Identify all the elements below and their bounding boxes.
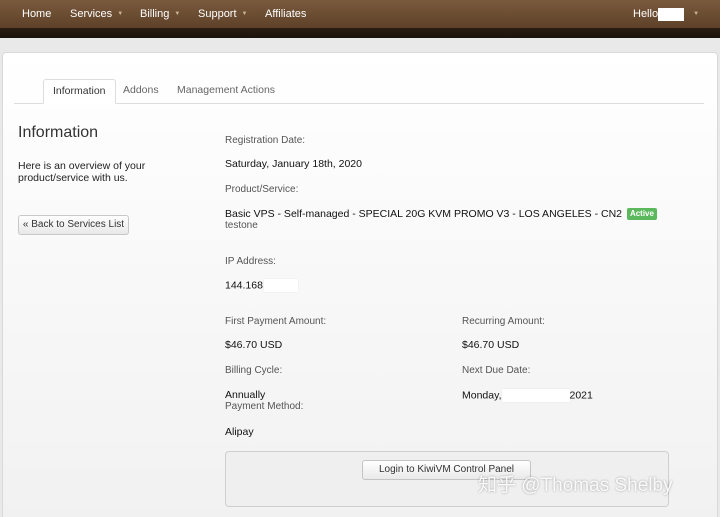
nav-support[interactable]: Support ▼: [198, 0, 247, 28]
payment-method-value: Alipay: [225, 426, 254, 438]
ip-value: 144.168: [225, 279, 298, 292]
hello-label: Hello: [633, 8, 659, 20]
billing-cycle-label: Billing Cycle:: [225, 365, 283, 376]
hostname-value: testone: [225, 220, 258, 231]
ip-label: IP Address:: [225, 256, 276, 267]
next-due-date-label: Next Due Date:: [462, 365, 531, 376]
ip-prefix: 144.168: [225, 279, 263, 292]
next-due-prefix: Monday,: [462, 389, 502, 402]
redacted-date: [501, 389, 570, 402]
recurring-amount-label: Recurring Amount:: [462, 316, 545, 327]
watermark: 知乎 @Thomas Shelby: [478, 475, 673, 496]
next-due-suffix: 2021: [569, 389, 593, 402]
recurring-amount-value: $46.70 USD: [462, 339, 520, 351]
registration-date-value: Saturday, January 18th, 2020: [225, 158, 362, 170]
chevron-down-icon: ▼: [117, 11, 124, 18]
nav-affiliates[interactable]: Affiliates: [265, 0, 306, 28]
first-payment-label: First Payment Amount:: [225, 316, 327, 327]
redacted-username: [658, 7, 685, 21]
page-description: Here is an overview of your product/serv…: [18, 160, 146, 184]
next-due-date-value: Monday, 2021: [462, 389, 593, 402]
product-value: Basic VPS - Self-managed - SPECIAL 20G K…: [225, 208, 657, 220]
nav-services-label: Services: [70, 8, 113, 20]
payment-method-label: Payment Method:: [225, 401, 304, 412]
billing-cycle-value: Annually: [225, 389, 266, 401]
nav-billing[interactable]: Billing ▼: [140, 0, 180, 28]
tab-management-actions[interactable]: Management Actions: [168, 79, 284, 104]
nav-support-label: Support: [198, 8, 237, 20]
chevron-down-icon: ▼: [693, 11, 700, 18]
redacted-ip: [263, 279, 298, 292]
main-panel: [2, 52, 718, 517]
product-label: Product/Service:: [225, 184, 299, 195]
chevron-down-icon: ▼: [174, 11, 181, 18]
nav-billing-label: Billing: [140, 8, 170, 20]
navbar-shadow: [0, 28, 720, 38]
user-menu[interactable]: Hello ▼: [633, 0, 699, 28]
tab-addons[interactable]: Addons: [114, 79, 168, 104]
status-badge: Active: [626, 208, 657, 220]
registration-date-label: Registration Date:: [225, 135, 306, 146]
tab-information[interactable]: Information: [43, 79, 116, 104]
top-navbar: Home Services ▼ Billing ▼ Support ▼ Affilia…: [0, 0, 720, 28]
nav-home[interactable]: Home: [22, 0, 51, 28]
back-to-services-button[interactable]: « Back to Services List: [18, 215, 129, 235]
nav-services[interactable]: Services ▼: [70, 0, 123, 28]
product-name: Basic VPS - Self-managed - SPECIAL 20G K…: [225, 208, 623, 220]
page-title: Information: [18, 124, 99, 141]
chevron-down-icon: ▼: [241, 11, 248, 18]
first-payment-value: $46.70 USD: [225, 339, 283, 351]
